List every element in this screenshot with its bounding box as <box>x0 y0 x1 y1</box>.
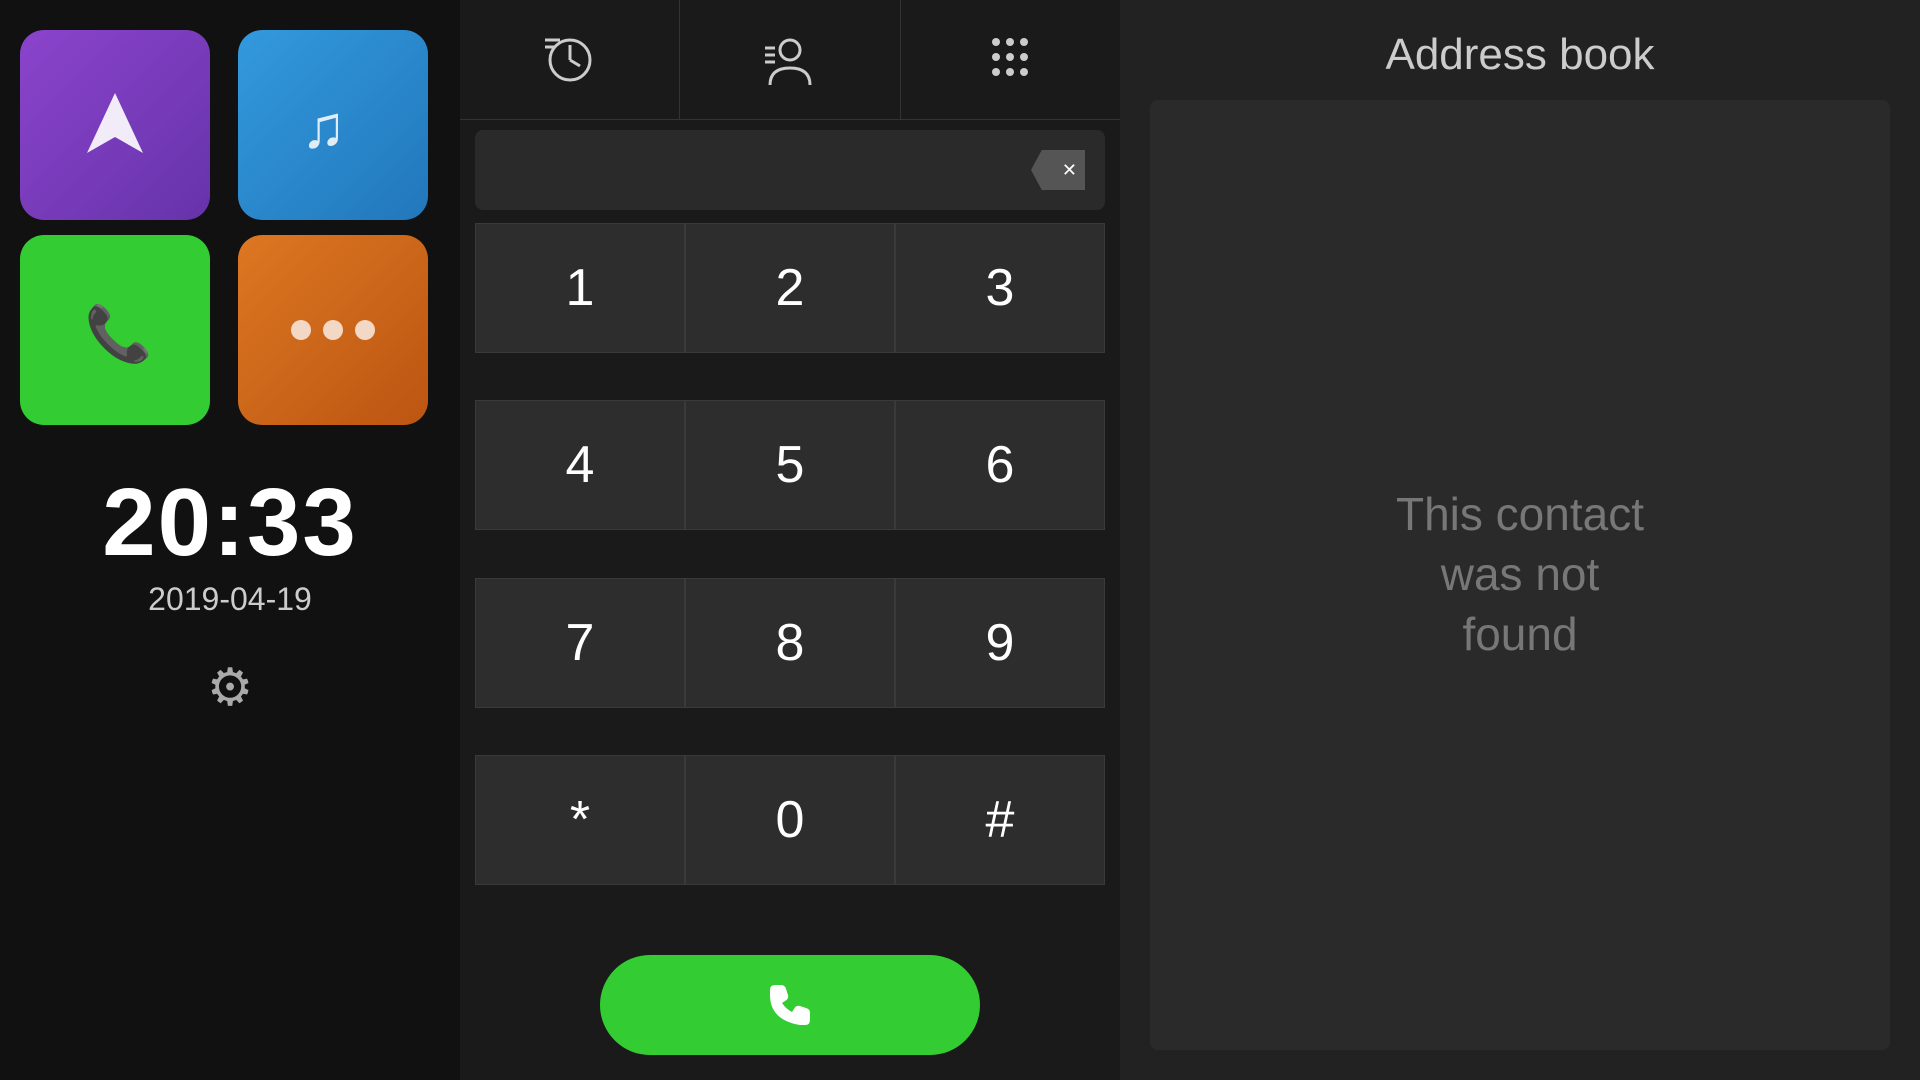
recents-icon <box>540 30 600 90</box>
dialpad-icon <box>983 32 1038 87</box>
app-icon-music[interactable]: ♫ <box>238 30 428 220</box>
right-panel: Address book This contactwas notfound <box>1120 0 1920 1080</box>
call-icon <box>760 975 820 1035</box>
call-button-row <box>475 940 1105 1065</box>
app-grid: ♫ 📞 <box>20 30 440 425</box>
backspace-icon <box>1031 150 1085 190</box>
dial-key-5[interactable]: 5 <box>685 400 895 530</box>
backspace-button[interactable] <box>1031 150 1085 190</box>
phone-icon: 📞 <box>75 290 155 370</box>
dial-key-9[interactable]: 9 <box>895 578 1105 708</box>
dial-key-1[interactable]: 1 <box>475 223 685 353</box>
top-nav <box>460 0 1120 120</box>
music-icon: ♫ <box>293 85 373 165</box>
more-dots <box>291 320 375 340</box>
tab-dialpad[interactable] <box>901 0 1120 119</box>
settings-icon[interactable]: ⚙ <box>207 658 254 718</box>
dial-key-8[interactable]: 8 <box>685 578 895 708</box>
dial-key-7[interactable]: 7 <box>475 578 685 708</box>
time-display: 20:33 <box>102 475 358 571</box>
dial-key-3[interactable]: 3 <box>895 223 1105 353</box>
call-button[interactable] <box>600 955 980 1055</box>
app-icon-more[interactable] <box>238 235 428 425</box>
dial-key-hash[interactable]: # <box>895 755 1105 885</box>
address-book-content: This contactwas notfound <box>1150 100 1890 1050</box>
dial-key-2[interactable]: 2 <box>685 223 895 353</box>
date-display: 2019-04-19 <box>102 581 358 618</box>
clock-area: 20:33 2019-04-19 <box>102 475 358 618</box>
dial-key-star[interactable]: * <box>475 755 685 885</box>
navigation-icon <box>75 85 155 165</box>
app-icon-navigation[interactable] <box>20 30 210 220</box>
svg-text:📞: 📞 <box>85 299 153 364</box>
dialpad: 1 2 3 4 5 6 7 8 9 * 0 # <box>475 223 1105 932</box>
center-panel: 1 2 3 4 5 6 7 8 9 * 0 # <box>460 0 1120 1080</box>
svg-text:♫: ♫ <box>301 93 346 160</box>
address-book-title: Address book <box>1150 30 1890 80</box>
tab-recents[interactable] <box>460 0 680 119</box>
tab-contacts[interactable] <box>680 0 900 119</box>
contacts-icon <box>760 30 820 90</box>
dial-key-0[interactable]: 0 <box>685 755 895 885</box>
dial-key-6[interactable]: 6 <box>895 400 1105 530</box>
app-icon-phone[interactable]: 📞 <box>20 235 210 425</box>
left-panel: ♫ 📞 20:33 2019-04-19 ⚙ <box>0 0 460 1080</box>
not-found-message: This contactwas notfound <box>1396 485 1644 664</box>
dial-container: 1 2 3 4 5 6 7 8 9 * 0 # <box>460 120 1120 1080</box>
display-row <box>475 130 1105 210</box>
dial-key-4[interactable]: 4 <box>475 400 685 530</box>
